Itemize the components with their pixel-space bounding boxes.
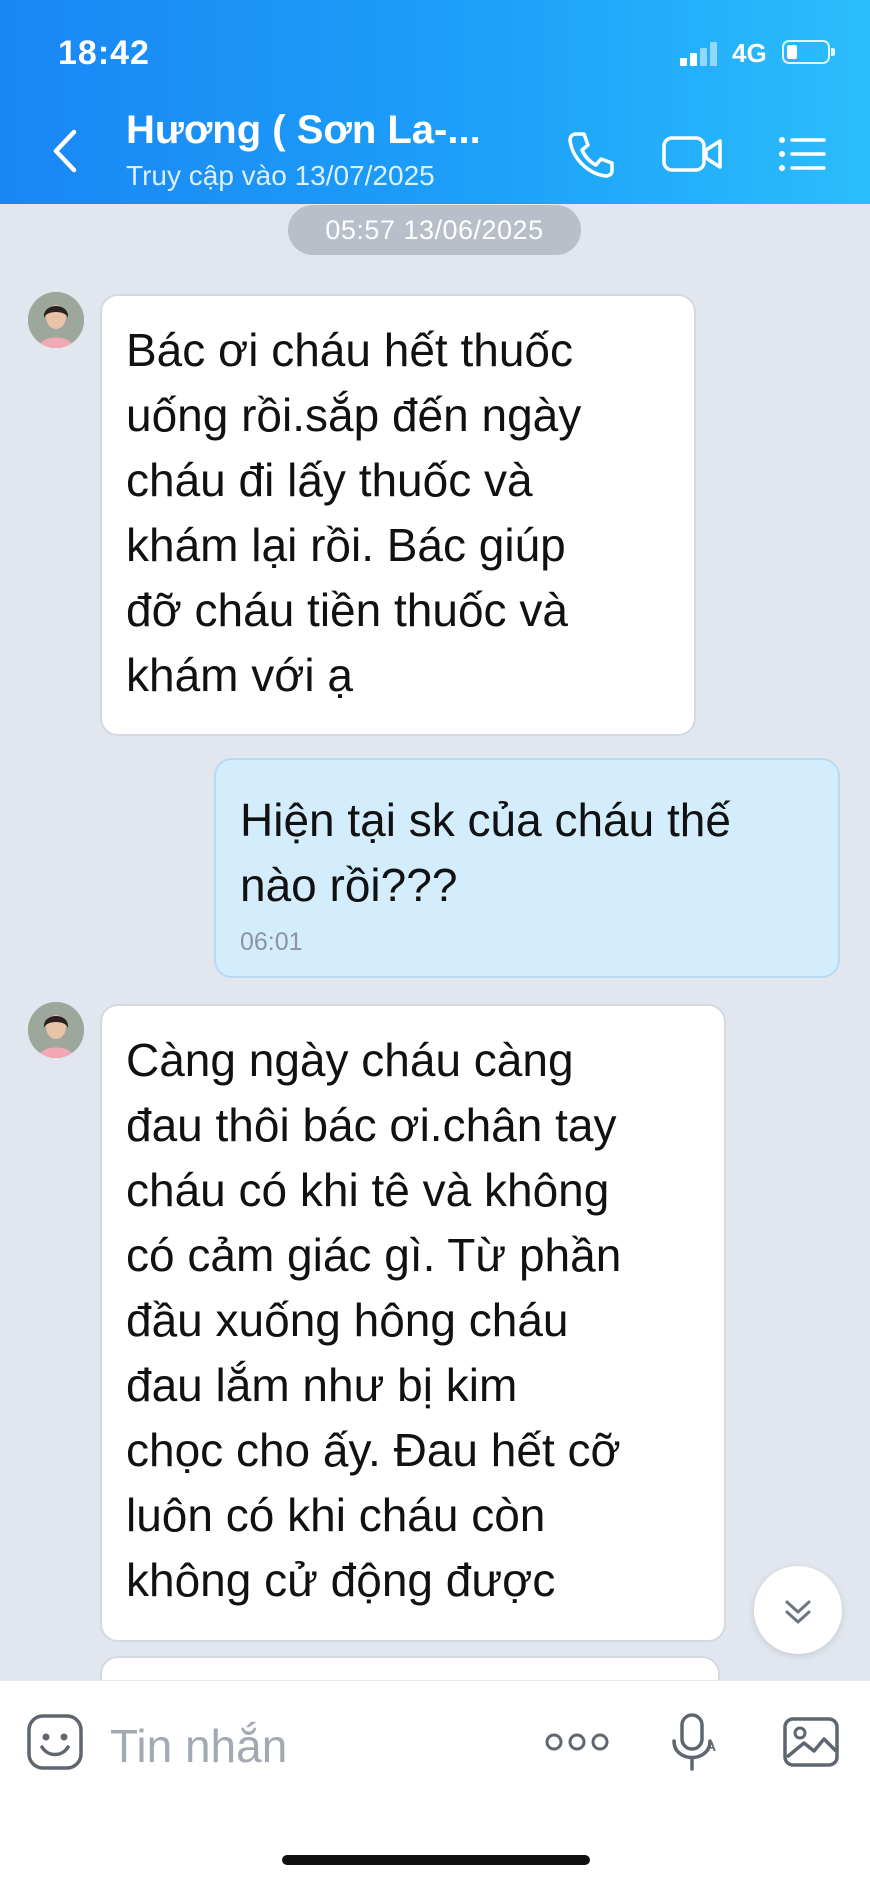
status-time: 18:42 (58, 34, 150, 72)
svg-text:A: A (706, 1738, 716, 1754)
phone-icon[interactable] (562, 126, 618, 182)
message-composer: Tin nhắn A (0, 1680, 870, 1885)
contact-name[interactable]: Hương ( Sơn La-... (126, 108, 481, 153)
scroll-down-button[interactable] (754, 1566, 842, 1654)
message-bubble-incoming[interactable]: Bác ơi cháu hết thuốc uống rồi.sắp đến n… (100, 294, 696, 736)
scroll-down-icon (785, 1600, 811, 1624)
last-seen: Truy cập vào 13/07/2025 (126, 160, 435, 191)
voice-icon[interactable]: A (662, 1711, 724, 1773)
chat-header: 18:42 4G Hương ( Sơn La-... Truy cập vào… (0, 0, 870, 204)
date-divider: 05:57 13/06/2025 (288, 205, 581, 255)
signal-icon (680, 42, 724, 66)
menu-icon[interactable] (774, 126, 830, 182)
network-type: 4G (732, 38, 767, 68)
contact-avatar[interactable] (28, 1002, 84, 1058)
message-time: 06:01 (240, 928, 303, 956)
image-icon[interactable] (780, 1711, 842, 1773)
video-call-icon[interactable] (660, 126, 726, 182)
battery-icon (782, 40, 835, 64)
more-icon[interactable] (542, 1711, 612, 1773)
home-indicator (282, 1855, 590, 1865)
contact-avatar[interactable] (28, 292, 84, 348)
message-bubble-incoming[interactable]: Càng ngày cháu càng đau thôi bác ơi.chân… (100, 1004, 726, 1642)
emoji-icon[interactable] (24, 1711, 86, 1773)
message-bubble-outgoing[interactable]: Hiện tại sk của cháu thế nào rồi??? (214, 758, 840, 978)
back-icon[interactable] (48, 124, 82, 178)
message-input[interactable]: Tin nhắn (110, 1719, 287, 1773)
